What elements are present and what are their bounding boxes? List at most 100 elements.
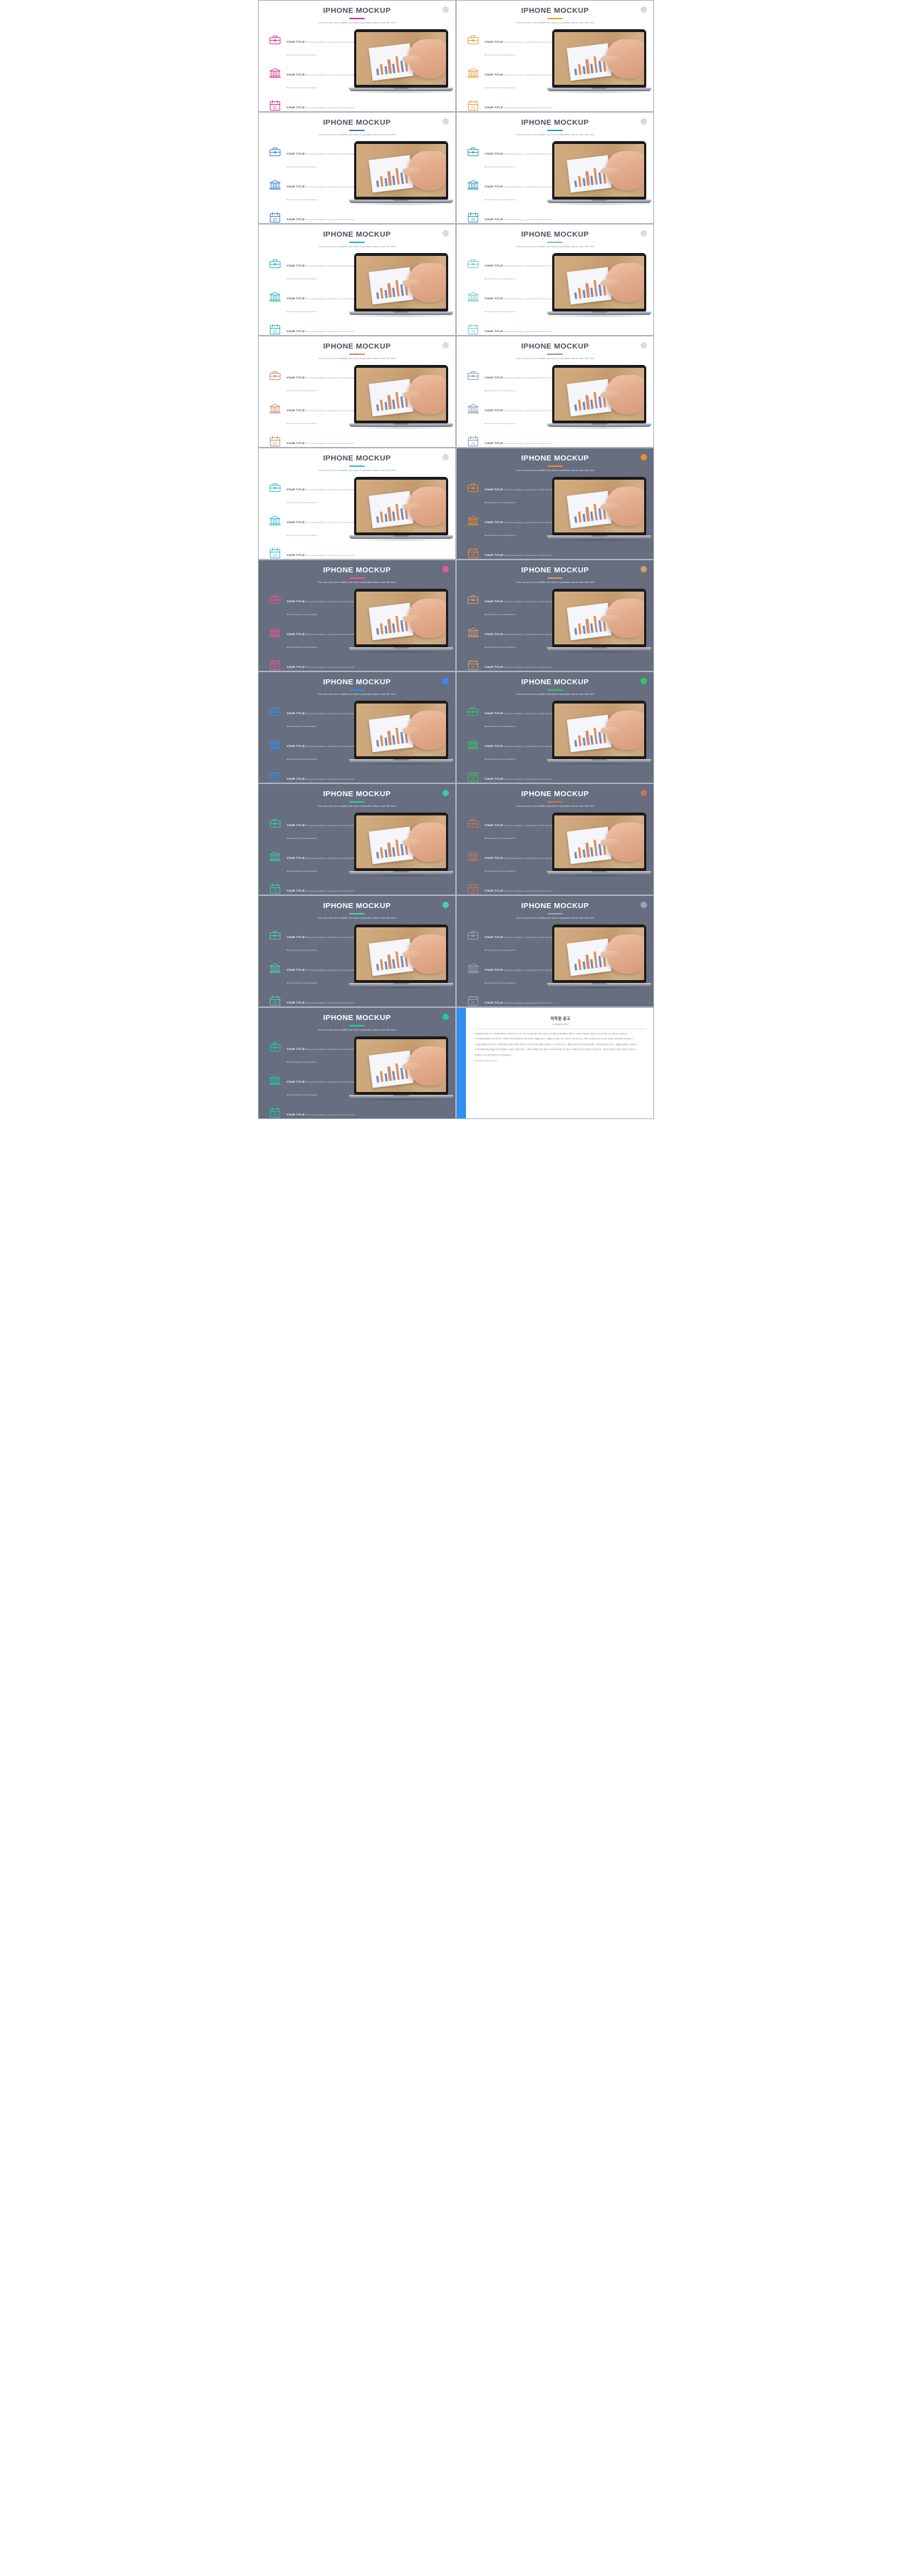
slide-thumbnail[interactable]: IPHONE MOCKUP Your can write your subtitl… — [456, 0, 654, 112]
laptop-screen — [554, 592, 644, 644]
feature-item[interactable]: YOUR TITLEThis space actually is a good … — [268, 1073, 355, 1099]
slide-thumbnail[interactable]: IPHONE MOCKUP Your can write your subtitl… — [456, 336, 654, 448]
laptop-screen — [356, 144, 446, 197]
slide-thumbnail[interactable]: IPHONE MOCKUP Your can write your subtitl… — [456, 671, 654, 783]
feature-title: YOUR TITLE — [286, 488, 305, 491]
laptop-mockup — [348, 701, 455, 765]
feature-item[interactable]: 31 YOUR TITLEThis space actually is a goo… — [466, 434, 553, 447]
briefcase-icon — [268, 257, 282, 271]
feature-item[interactable]: YOUR TITLEThis space actually is a good … — [466, 33, 553, 59]
slide-thumbnail[interactable]: IPHONE MOCKUP Your can write your subtitl… — [258, 224, 456, 336]
feature-item[interactable]: YOUR TITLEThis space actually is a good … — [466, 737, 553, 763]
feature-item[interactable]: 31 YOUR TITLEThis space actually is a goo… — [268, 1106, 355, 1118]
feature-item[interactable]: YOUR TITLEThis space actually is a good … — [268, 816, 355, 843]
feature-item[interactable]: YOUR TITLEThis space actually is a good … — [268, 145, 355, 171]
feature-item[interactable]: YOUR TITLEThis space actually is a good … — [466, 704, 553, 731]
feature-item[interactable]: YOUR TITLEThis space actually is a good … — [268, 704, 355, 731]
feature-item[interactable]: YOUR TITLEThis space actually is a good … — [466, 849, 553, 875]
slide-title: IPHONE MOCKUP — [521, 902, 589, 910]
laptop-mockup — [348, 365, 455, 429]
feature-item[interactable]: YOUR TITLEThis space actually is a good … — [268, 592, 355, 619]
feature-item[interactable]: YOUR TITLEThis space actually is a good … — [466, 816, 553, 843]
feature-title: YOUR TITLE — [484, 264, 503, 267]
feature-item[interactable]: YOUR TITLEThis space actually is a good … — [268, 928, 355, 954]
slide-title: IPHONE MOCKUP — [521, 342, 589, 351]
feature-item[interactable]: YOUR TITLEThis space actually is a good … — [466, 177, 553, 204]
webcam-icon — [400, 589, 402, 592]
feature-item[interactable]: 31 YOUR TITLEThis space actually is a goo… — [466, 322, 553, 335]
feature-item[interactable]: 31 YOUR TITLEThis space actually is a goo… — [466, 98, 553, 111]
feature-item[interactable]: YOUR TITLEThis space actually is a good … — [268, 737, 355, 763]
feature-item[interactable]: 31 YOUR TITLEThis space actually is a goo… — [466, 994, 553, 1006]
feature-item[interactable]: 31 YOUR TITLEThis space actually is a goo… — [466, 546, 553, 559]
copyright-notice-slide[interactable]: 저작권 공고 Copyright Notice 본 템플릿에 사용된 모든 이미지와… — [456, 1007, 654, 1119]
slide-thumbnail[interactable]: IPHONE MOCKUP Your can write your subtitl… — [456, 112, 654, 224]
feature-item[interactable]: YOUR TITLEThis space actually is a good … — [268, 177, 355, 204]
feature-item[interactable]: YOUR TITLEThis space actually is a good … — [466, 401, 553, 428]
feature-item[interactable]: YOUR TITLEThis space actually is a good … — [466, 480, 553, 507]
feature-item[interactable]: YOUR TITLEThis space actually is a good … — [466, 289, 553, 316]
feature-item[interactable]: YOUR TITLEThis space actually is a good … — [466, 369, 553, 395]
feature-item[interactable]: 31 YOUR TITLEThis space actually is a goo… — [268, 322, 355, 335]
laptop-lid — [354, 477, 448, 535]
feature-item[interactable]: YOUR TITLEThis space actually is a good … — [466, 928, 553, 954]
slide-thumbnail[interactable]: IPHONE MOCKUP Your can write your subtitl… — [456, 895, 654, 1007]
laptop-mockup — [546, 589, 653, 653]
feature-title: YOUR TITLE — [286, 264, 305, 267]
feature-title: YOUR TITLE — [286, 777, 305, 780]
feature-item[interactable]: YOUR TITLEThis space actually is a good … — [466, 513, 553, 540]
laptop-notch — [393, 983, 409, 984]
feature-item[interactable]: YOUR TITLEThis space actually is a good … — [466, 257, 553, 283]
feature-item[interactable]: 31 YOUR TITLEThis space actually is a goo… — [268, 994, 355, 1006]
hand-photo — [601, 487, 644, 527]
feature-item[interactable]: 31 YOUR TITLEThis space actually is a goo… — [268, 434, 355, 447]
feature-item[interactable]: YOUR TITLEThis space actually is a good … — [268, 33, 355, 59]
feature-item[interactable]: YOUR TITLEThis space actually is a good … — [268, 401, 355, 428]
briefcase-icon — [268, 33, 282, 47]
hand-photo — [601, 151, 644, 191]
feature-item[interactable]: YOUR TITLEThis space actually is a good … — [466, 66, 553, 92]
slide-thumbnail[interactable]: IPHONE MOCKUP Your can write your subtitl… — [456, 448, 654, 560]
slide-thumbnail[interactable]: IPHONE MOCKUP Your can write your subtitl… — [258, 336, 456, 448]
feature-item[interactable]: 31 YOUR TITLEThis space actually is a goo… — [268, 210, 355, 223]
feature-item[interactable]: YOUR TITLEThis space actually is a good … — [268, 961, 355, 987]
briefcase-icon — [268, 928, 282, 942]
laptop-mockup — [348, 924, 455, 989]
feature-item[interactable]: 31 YOUR TITLEThis space actually is a goo… — [268, 658, 355, 671]
feature-item[interactable]: YOUR TITLEThis space actually is a good … — [466, 625, 553, 651]
feature-item[interactable]: YOUR TITLEThis space actually is a good … — [268, 369, 355, 395]
feature-item[interactable]: 31 YOUR TITLEThis space actually is a goo… — [268, 770, 355, 783]
slide-thumbnail[interactable]: IPHONE MOCKUP Your can write your subtitl… — [258, 895, 456, 1007]
feature-item[interactable]: 31 YOUR TITLEThis space actually is a goo… — [268, 882, 355, 895]
feature-item[interactable]: YOUR TITLEThis space actually is a good … — [466, 592, 553, 619]
feature-item[interactable]: 31 YOUR TITLEThis space actually is a goo… — [268, 546, 355, 559]
slide-thumbnail[interactable]: IPHONE MOCKUP Your can write your subtitl… — [456, 783, 654, 895]
feature-item[interactable]: YOUR TITLEThis space actually is a good … — [466, 145, 553, 171]
feature-item[interactable]: 31 YOUR TITLEThis space actually is a goo… — [466, 882, 553, 895]
feature-item[interactable]: YOUR TITLEThis space actually is a good … — [268, 849, 355, 875]
feature-item[interactable]: YOUR TITLEThis space actually is a good … — [268, 66, 355, 92]
slide-thumbnail[interactable]: IPHONE MOCKUP Your can write your subtitl… — [456, 224, 654, 336]
slide-thumbnail[interactable]: IPHONE MOCKUP Your can write your subtitl… — [258, 448, 456, 560]
title-underline — [349, 577, 365, 579]
feature-item[interactable]: YOUR TITLEThis space actually is a good … — [268, 257, 355, 283]
laptop-notch — [393, 200, 409, 201]
feature-item[interactable]: YOUR TITLEThis space actually is a good … — [268, 480, 355, 507]
feature-item[interactable]: YOUR TITLEThis space actually is a good … — [466, 961, 553, 987]
slide-thumbnail[interactable]: IPHONE MOCKUP Your can write your subtitl… — [258, 671, 456, 783]
webcam-icon — [598, 254, 600, 256]
feature-item[interactable]: 31 YOUR TITLEThis space actually is a goo… — [466, 210, 553, 223]
feature-item[interactable]: 31 YOUR TITLEThis space actually is a goo… — [466, 770, 553, 783]
slide-thumbnail[interactable]: IPHONE MOCKUP Your can write your subtitl… — [456, 560, 654, 671]
feature-item[interactable]: YOUR TITLEThis space actually is a good … — [268, 513, 355, 540]
feature-item[interactable]: 31 YOUR TITLEThis space actually is a goo… — [268, 98, 355, 111]
feature-item[interactable]: YOUR TITLEThis space actually is a good … — [268, 625, 355, 651]
feature-item[interactable]: 31 YOUR TITLEThis space actually is a goo… — [466, 658, 553, 671]
slide-thumbnail[interactable]: IPHONE MOCKUP Your can write your subtitl… — [258, 112, 456, 224]
feature-item[interactable]: YOUR TITLEThis space actually is a good … — [268, 289, 355, 316]
slide-thumbnail[interactable]: IPHONE MOCKUP Your can write your subtitl… — [258, 0, 456, 112]
slide-thumbnail[interactable]: IPHONE MOCKUP Your can write your subtitl… — [258, 783, 456, 895]
slide-thumbnail[interactable]: IPHONE MOCKUP Your can write your subtitl… — [258, 1007, 456, 1119]
feature-item[interactable]: YOUR TITLEThis space actually is a good … — [268, 1040, 355, 1066]
slide-thumbnail[interactable]: IPHONE MOCKUP Your can write your subtitl… — [258, 560, 456, 671]
